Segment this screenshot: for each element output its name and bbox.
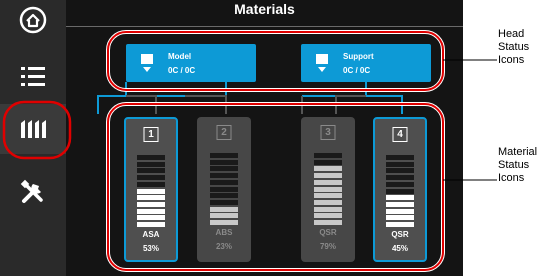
head-status-callout: Head Status Icons bbox=[498, 28, 529, 67]
callout-line: Status bbox=[498, 41, 530, 53]
callout-line: Material bbox=[498, 146, 538, 158]
callout-line: Head bbox=[498, 28, 525, 40]
callout-line: Icons bbox=[498, 54, 525, 66]
callout-line: Status bbox=[498, 159, 530, 171]
highlight-overlay bbox=[2, 30, 497, 272]
material-status-callout: Material Status Icons bbox=[498, 146, 537, 185]
callout-line: Icons bbox=[498, 172, 525, 184]
